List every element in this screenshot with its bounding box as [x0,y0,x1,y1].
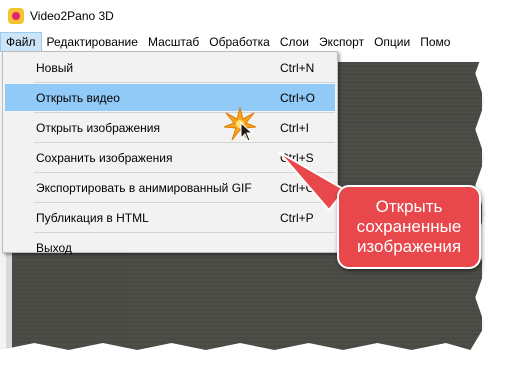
menu-item-shortcut: Ctrl+N [280,60,315,75]
menu-separator [34,82,335,83]
menu-item-exit[interactable]: Выход [5,234,335,261]
callout-bubble: Открыть сохраненные изображения [337,185,481,269]
menu-item-shortcut: Ctrl+I [280,120,310,135]
menu-item-label: Сохранить изображения [36,150,173,165]
menu-item-open-video[interactable]: Открыть видео Ctrl+O [5,84,335,111]
menu-edit[interactable]: Редактирование [42,32,143,52]
menu-zoom[interactable]: Масштаб [143,32,204,52]
callout-text: Открыть сохраненные изображения [356,197,462,256]
menu-item-label: Открыть видео [36,90,120,105]
menu-item-new[interactable]: Новый Ctrl+N [5,54,335,81]
menu-bar: Файл Редактирование Масштаб Обработка Сл… [0,32,490,52]
menu-separator [34,232,335,233]
window-title: Video2Pano 3D [30,9,114,23]
menu-item-open-images[interactable]: Открыть изображения Ctrl+I [5,114,335,141]
menu-processing[interactable]: Обработка [204,32,275,52]
menu-item-shortcut: Ctrl+O [280,90,316,105]
menu-item-label: Публикация в HTML [36,210,149,225]
menu-layers[interactable]: Слои [275,32,314,52]
menu-file[interactable]: Файл [0,32,42,52]
menu-item-label: Открыть изображения [36,120,160,135]
menu-options[interactable]: Опции [369,32,415,52]
screenshot-frame: Video2Pano 3D Файл Редактирование Масшта… [0,0,490,350]
menu-separator [34,142,335,143]
menu-item-label: Выход [36,240,72,255]
menu-export[interactable]: Экспорт [314,32,369,52]
title-bar: Video2Pano 3D [0,0,490,32]
menu-help[interactable]: Помо [415,32,455,52]
arrow-cursor-icon [240,122,254,142]
menu-item-label: Новый [36,60,74,75]
app-icon [8,8,24,24]
menu-separator [34,112,335,113]
menu-item-label: Экспортировать в анимированный GIF [36,180,252,195]
